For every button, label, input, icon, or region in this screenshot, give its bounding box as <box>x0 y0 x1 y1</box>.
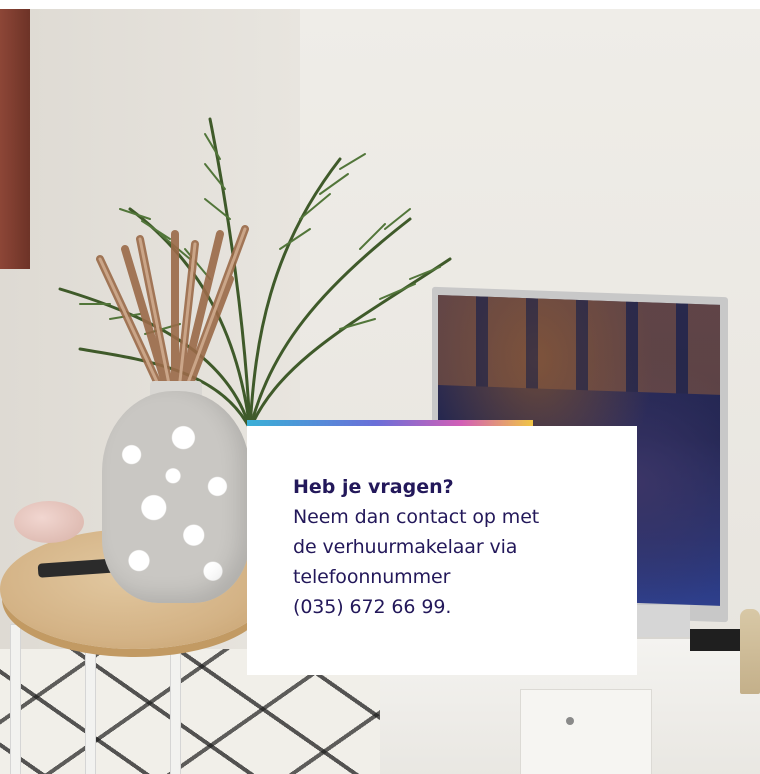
table-leg <box>170 649 181 774</box>
decorative-plate <box>14 501 84 543</box>
decor-statue <box>740 609 760 694</box>
glass-vase <box>102 391 250 603</box>
contact-body-line: de verhuurmakelaar via <box>293 536 518 558</box>
cabinet-drawer <box>520 689 652 774</box>
picture-frame-edge <box>0 9 30 269</box>
phone-number: (035) 672 66 99. <box>293 596 452 618</box>
contact-card: Heb je vragen? Neem dan contact op met d… <box>247 426 637 675</box>
contact-body-line: telefoonnummer <box>293 566 451 588</box>
drawer-knob <box>566 717 574 725</box>
table-leg <box>10 624 21 774</box>
tv-screen-backdrop <box>438 295 720 395</box>
contact-body: Neem dan contact op met de verhuurmakela… <box>293 502 617 622</box>
table-leg <box>85 649 96 774</box>
contact-heading: Heb je vragen? <box>293 476 454 498</box>
contact-body-line: Neem dan contact op met <box>293 506 540 528</box>
